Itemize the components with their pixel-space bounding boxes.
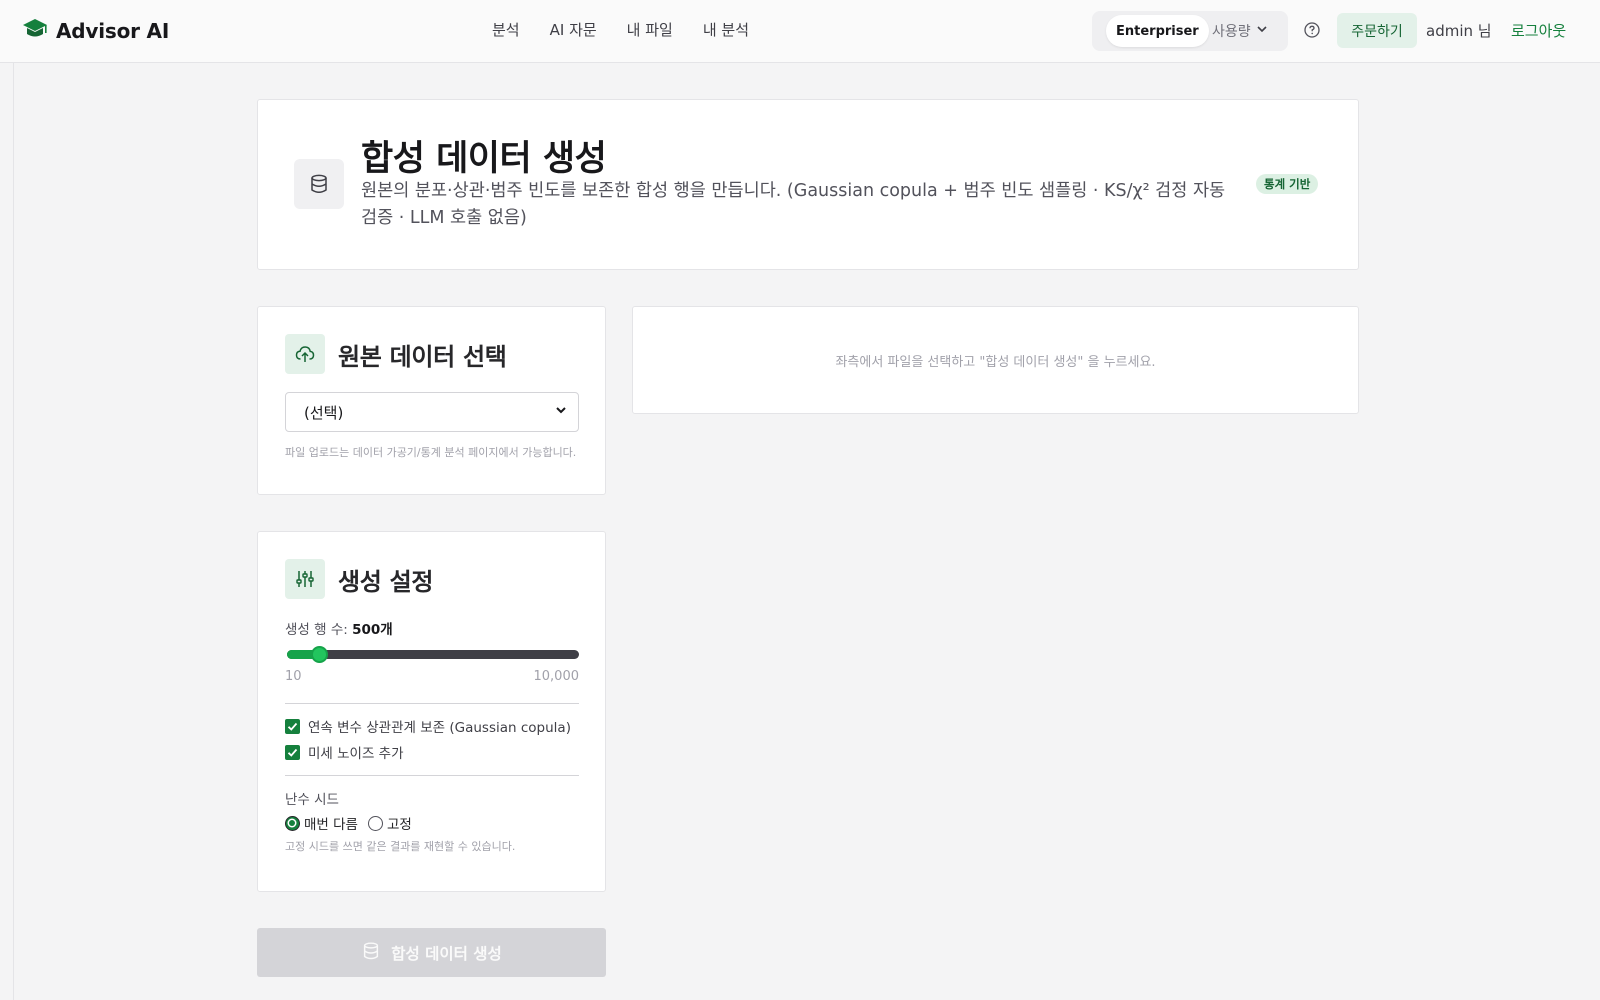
- row-count-slider[interactable]: [285, 645, 579, 665]
- chevron-down-icon: [1255, 22, 1269, 40]
- generate-button[interactable]: 합성 데이터 생성: [257, 928, 606, 977]
- source-data-card: 원본 데이터 선택 (선택) 파일 업로드는 데이터 가공기/통계 분석 페이지…: [257, 306, 606, 495]
- method-badge: 통계 기반: [1256, 174, 1319, 194]
- option-add-noise[interactable]: 미세 노이즈 추가: [285, 742, 404, 762]
- seed-option-fixed[interactable]: 고정: [367, 813, 412, 833]
- slider-track: [287, 650, 579, 659]
- page-description: 원본의 분포·상관·범주 빈도를 보존한 합성 행을 만듭니다. (Gaussi…: [361, 181, 1226, 228]
- database-icon: [361, 941, 381, 965]
- result-placeholder: 좌측에서 파일을 선택하고 "합성 데이터 생성" 을 누르세요.: [835, 355, 1156, 370]
- seed-radio-group: 매번 다름 고정: [285, 813, 416, 833]
- option-label: 연속 변수 상관관계 보존 (Gaussian copula): [308, 720, 571, 736]
- seed-option-random[interactable]: 매번 다름: [285, 813, 358, 833]
- option-preserve-correlation[interactable]: 연속 변수 상관관계 보존 (Gaussian copula): [285, 716, 571, 736]
- radio-unselected-icon[interactable]: [367, 815, 383, 831]
- chevron-down-icon: [554, 403, 568, 421]
- nav-link-my-analyses[interactable]: 내 분석: [703, 19, 749, 40]
- source-file-select[interactable]: (선택): [285, 392, 579, 432]
- nav-link-ai-advisory[interactable]: AI 자문: [550, 19, 597, 40]
- generate-button-label: 합성 데이터 생성: [391, 944, 502, 963]
- main-nav: 분석 AI 자문 내 파일 내 분석: [492, 19, 749, 40]
- radio-selected-icon[interactable]: [285, 815, 300, 831]
- result-panel: 좌측에서 파일을 선택하고 "합성 데이터 생성" 을 누르세요.: [632, 306, 1359, 414]
- source-select-value: (선택): [304, 403, 344, 422]
- help-icon[interactable]: [1303, 21, 1321, 43]
- plan-badge: Enterpriser: [1106, 15, 1209, 47]
- page-header-card: 합성 데이터 생성 원본의 분포·상관·범주 빈도를 보존한 합성 행을 만듭니…: [257, 99, 1359, 270]
- cloud-upload-icon: [285, 334, 325, 374]
- row-count-label: 생성 행 수: 500개: [285, 618, 393, 638]
- order-button[interactable]: 주문하기: [1337, 13, 1417, 48]
- plan-usage-group: Enterpriser 사용량: [1092, 11, 1288, 51]
- top-navbar: Advisor AI 분석 AI 자문 내 파일 내 분석 Enterprise…: [0, 0, 1600, 63]
- brand-name: Advisor AI: [56, 19, 170, 43]
- generation-settings-card: 생성 설정 생성 행 수: 500개 10 10,000 연속 변수 상관관계 …: [257, 531, 606, 892]
- slider-thumb[interactable]: [311, 646, 329, 663]
- left-rail: [0, 63, 14, 1000]
- upload-hint: 파일 업로드는 데이터 가공기/통계 분석 페이지에서 가능합니다.: [285, 446, 577, 459]
- brand-logo[interactable]: Advisor AI: [22, 17, 169, 45]
- slider-min-label: 10: [285, 669, 302, 684]
- graduation-cap-icon: [22, 17, 48, 45]
- usage-label: 사용량: [1212, 24, 1251, 40]
- divider: [285, 775, 579, 776]
- radio-label: 고정: [386, 817, 412, 833]
- user-label: admin 님: [1426, 22, 1492, 40]
- sliders-icon: [285, 559, 325, 599]
- seed-label: 난수 시드: [285, 792, 339, 808]
- divider: [285, 703, 579, 704]
- logout-link[interactable]: 로그아웃: [1511, 20, 1566, 41]
- source-card-header: 원본 데이터 선택: [285, 334, 507, 374]
- option-label: 미세 노이즈 추가: [308, 746, 404, 762]
- slider-max-label: 10,000: [533, 669, 580, 684]
- seed-hint: 고정 시드를 쓰면 같은 결과를 재현할 수 있습니다.: [285, 840, 516, 853]
- usage-dropdown[interactable]: 사용량: [1212, 21, 1269, 41]
- row-count-value: 500개: [352, 622, 393, 638]
- settings-card-title: 생성 설정: [338, 567, 434, 596]
- page-title: 합성 데이터 생성: [361, 139, 607, 179]
- nav-link-my-files[interactable]: 내 파일: [627, 19, 673, 40]
- radio-label: 매번 다름: [304, 817, 358, 833]
- checkbox-checked-icon[interactable]: [285, 744, 300, 760]
- settings-card-header: 생성 설정: [285, 559, 433, 599]
- row-count-caption: 생성 행 수:: [285, 622, 353, 638]
- source-card-title: 원본 데이터 선택: [338, 342, 507, 371]
- nav-link-analysis[interactable]: 분석: [492, 19, 520, 40]
- checkbox-checked-icon[interactable]: [285, 718, 300, 734]
- database-icon: [294, 159, 344, 209]
